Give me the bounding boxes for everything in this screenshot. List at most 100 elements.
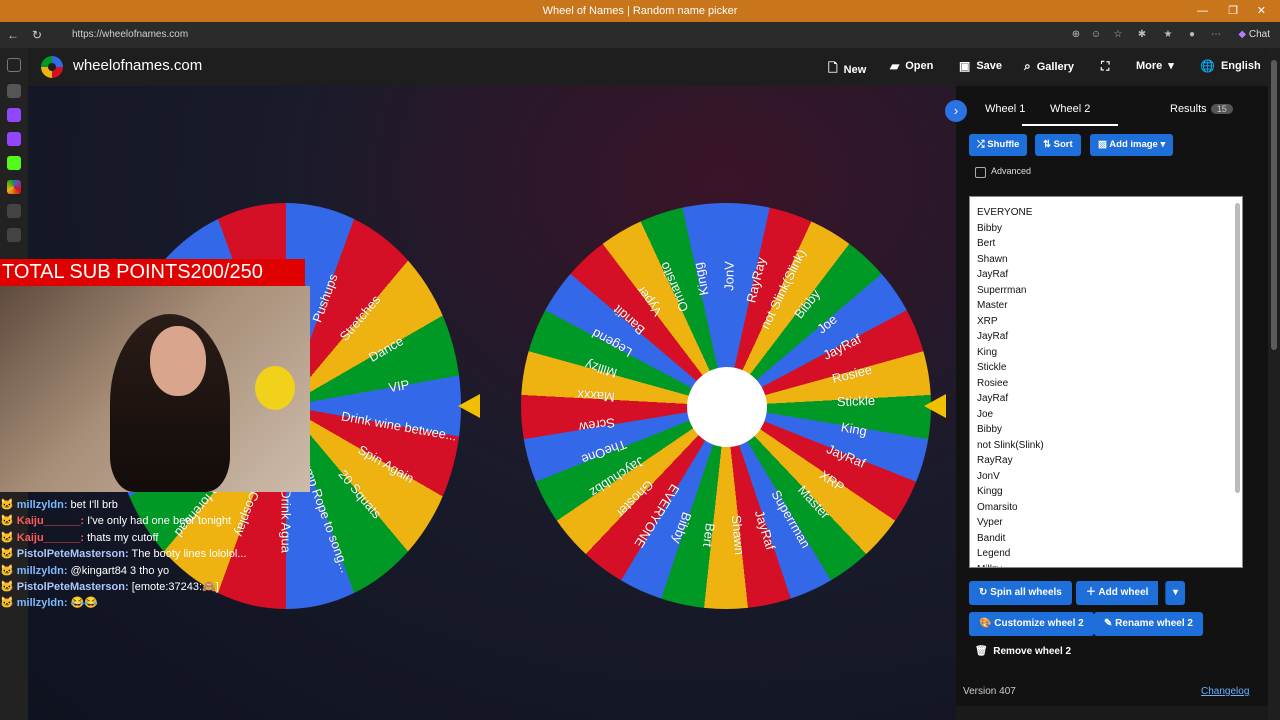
back-icon[interactable]: ← [4,26,22,44]
minimize-icon[interactable]: — [1197,0,1208,22]
remove-wheel-button[interactable]: 🗑 Remove wheel 2 [975,646,1071,657]
save-icon: ▣ [959,59,971,73]
streamer-face-image [150,326,206,396]
tab-wheel-1[interactable]: Wheel 1 [985,103,1025,115]
chat-line: 🐱 Kaiju______: I've only had one beer to… [0,515,232,528]
close-icon[interactable]: ✕ [1257,0,1266,22]
wheel-2-pointer-icon [924,394,946,418]
spin-all-button[interactable]: ↻ Spin all wheels [969,581,1072,605]
more-button[interactable]: More ▾ [1136,59,1174,73]
scrollbar-thumb[interactable] [1271,60,1277,350]
add-wheel-dropdown[interactable]: ▾ [1165,581,1186,605]
entry-line: King [977,346,998,358]
chevron-down-icon: ▾ [1168,60,1174,72]
chat-message: 😂😂 [67,597,98,610]
shuffle-button[interactable]: ⤮ Shuffle [969,134,1028,156]
page-scrollbar[interactable] [1268,48,1280,720]
duck-plush-image [255,366,295,410]
chat-message: bet I'll brb [67,499,118,511]
wheel-segment-label: Shawn [728,515,747,556]
entry-line: Vyper [977,517,1003,528]
chat-user: PistolPeteMasterson: [16,548,129,561]
entry-line: JayRaf [977,331,1009,342]
twitch-icon[interactable] [7,108,21,122]
chat-message: [emote:37243:🙈] [128,580,219,593]
download-icon[interactable] [7,228,21,242]
shuffle-icon: ⤮ [977,139,985,150]
entries-scrollbar[interactable] [1235,203,1240,493]
collections-icon[interactable]: ★ [1160,27,1176,43]
reload-icon[interactable]: ↻ [28,26,46,44]
tab-wheel-2[interactable]: Wheel 2 [1022,103,1119,126]
more-icon[interactable]: ⋯ [1208,27,1224,43]
rename-wheel-button[interactable]: ✎ Rename wheel 2 [1094,612,1203,636]
webcam-overlay [0,286,310,492]
customize-wheel-button[interactable]: 🎨 Customize wheel 2 [969,612,1094,636]
remove-label: Remove wheel 2 [993,646,1072,657]
wheel-segment-label: Stickle [836,393,876,410]
restore-icon[interactable]: ❐ [1228,0,1238,22]
chat-line: 🐱 millzyldn: @kingart84 3 tho yo [0,564,170,577]
results-count-badge: 15 [1210,104,1233,114]
entry-line: Superrman [977,284,1027,296]
entry-line: Bert [977,238,996,249]
chat-message: I've only had one beer tonight [84,515,232,528]
open-button[interactable]: ▰ Open [890,59,933,73]
sort-button[interactable]: ⇅ Sort [1035,134,1081,156]
copilot-icon: ◆ [1238,29,1247,40]
add-image-button[interactable]: ▨ Add image ▾ [1090,134,1174,156]
entry-line: Millzy [970,562,1242,568]
palette-icon: 🎨 [979,618,992,629]
favorite-icon[interactable]: ☆ [1110,27,1126,43]
chat-button[interactable]: ◆ Chat [1238,26,1270,44]
kick-icon[interactable] [7,156,21,170]
tab-icon[interactable] [7,58,21,72]
open-label: Open [905,60,934,72]
advanced-checkbox[interactable] [975,167,986,178]
entry-line: JayRaf [977,269,1009,280]
new-button[interactable]: 🗋 New [828,59,866,80]
language-button[interactable]: 🌐 English [1200,59,1261,73]
chat-user: Kaiju______: [16,531,85,544]
new-label: New [843,63,867,76]
fullscreen-icon: ⛶ [1101,59,1110,73]
entry-line: Joe [977,408,994,420]
chevron-right-icon[interactable]: › [945,100,967,122]
results-label: Results [1170,103,1207,115]
wheel-2-hub[interactable] [687,367,767,447]
extensions-icon[interactable]: ✱ [1134,27,1150,43]
tab-results[interactable]: Results 15 [1170,103,1233,115]
reader-icon[interactable]: ☺ [1088,27,1104,43]
wheel-segment-label: JonV [720,261,737,291]
entry-line: Bibby [977,424,1003,435]
logo-icon [41,56,63,78]
chat-line: 🐱 millzyldn: bet I'll brb [0,499,118,511]
sidebar-icon[interactable] [7,84,21,98]
advanced-label: Advanced [991,166,1032,176]
brand-name[interactable]: wheelofnames.com [73,57,202,74]
twitch-icon[interactable] [7,132,21,146]
save-button[interactable]: ▣ Save [959,59,1002,73]
chat-user: Kaiju______: [16,515,85,528]
zoom-icon[interactable]: ⊕ [1068,27,1084,43]
chat-line: 🐱 PistolPeteMasterson: [emote:37243:🙈] [0,580,219,593]
entry-line: Master [977,300,1008,311]
add-wheel-label: Add wheel [1098,587,1149,598]
download-icon[interactable] [7,204,21,218]
sort-label: Sort [1053,139,1073,150]
changelog-link[interactable]: Changelog [1201,686,1249,697]
chat-line: 🐱 millzyldn: 😂😂 [0,597,98,610]
search-icon: ⌕ [1024,59,1031,73]
entries-textarea[interactable]: EVERYONE Bibby Bert Shawn JayRaf Superrman Mas… [969,196,1243,568]
image-icon: ▨ [1098,139,1107,150]
gallery-button[interactable]: ⌕ Gallery [1024,59,1074,74]
sort-icon: ⇅ [1043,139,1051,150]
profile-icon[interactable]: ● [1184,27,1200,43]
add-wheel-button[interactable]: ＋ Add wheel [1076,581,1159,605]
add-image-label: Add image [1109,139,1158,150]
stream-chat: 🐱 millzyldn: bet I'll brb 🐱 Kaiju______:… [0,497,320,617]
wheel-tab-icon[interactable] [7,180,21,194]
chat-message: The booty lines lololol... [128,548,247,561]
url-field[interactable]: https://wheelofnames.com [58,26,1208,44]
fullscreen-button[interactable]: ⛶ [1101,59,1109,74]
